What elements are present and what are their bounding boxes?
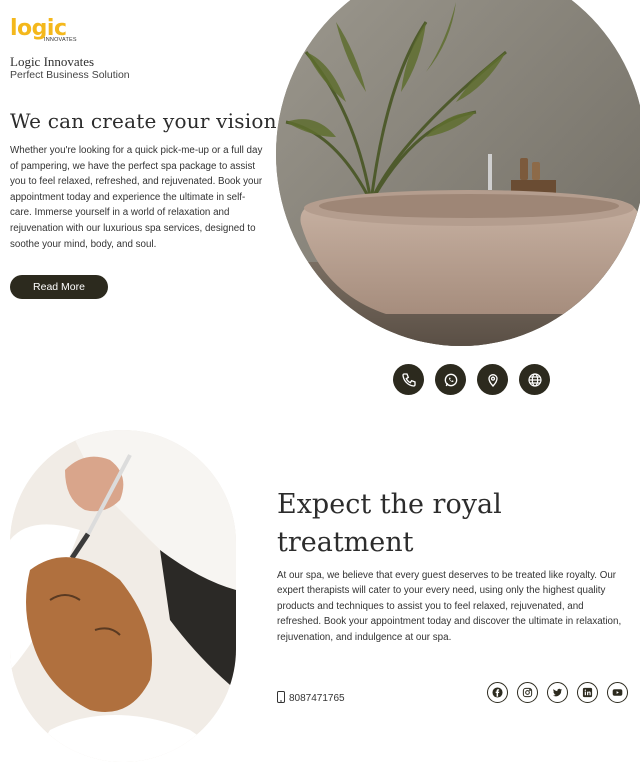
- phone-contact[interactable]: 8087471765: [277, 691, 345, 706]
- twitter-icon[interactable]: [547, 682, 568, 703]
- phone-number: 8087471765: [289, 693, 345, 704]
- instagram-icon[interactable]: [517, 682, 538, 703]
- logo[interactable]: logic INNOVATES: [10, 18, 90, 48]
- facial-treatment-image: [10, 430, 236, 762]
- royal-headline: Expect the royal treatment: [277, 489, 502, 558]
- company-tagline: Perfect Business Solution: [10, 69, 130, 81]
- royal-paragraph: At our spa, we believe that every guest …: [277, 570, 622, 643]
- read-more-button[interactable]: Read More: [10, 275, 108, 299]
- whatsapp-icon[interactable]: [435, 364, 466, 395]
- logo-subtext: INNOVATES: [44, 37, 77, 43]
- contact-icons-row: [393, 364, 550, 395]
- facebook-icon[interactable]: [487, 682, 508, 703]
- company-name: Logic Innovates: [10, 54, 95, 69]
- hero-headline: We can create your vision: [10, 109, 277, 133]
- social-icons-row: [487, 682, 628, 703]
- youtube-icon[interactable]: [607, 682, 628, 703]
- linkedin-icon[interactable]: [577, 682, 598, 703]
- mobile-phone-icon: [277, 691, 285, 706]
- phone-icon[interactable]: [393, 364, 424, 395]
- location-pin-icon[interactable]: [477, 364, 508, 395]
- globe-icon[interactable]: [519, 364, 550, 395]
- bathtub-image: [276, 0, 640, 346]
- hero-paragraph: Whether you're looking for a quick pick-…: [10, 145, 263, 250]
